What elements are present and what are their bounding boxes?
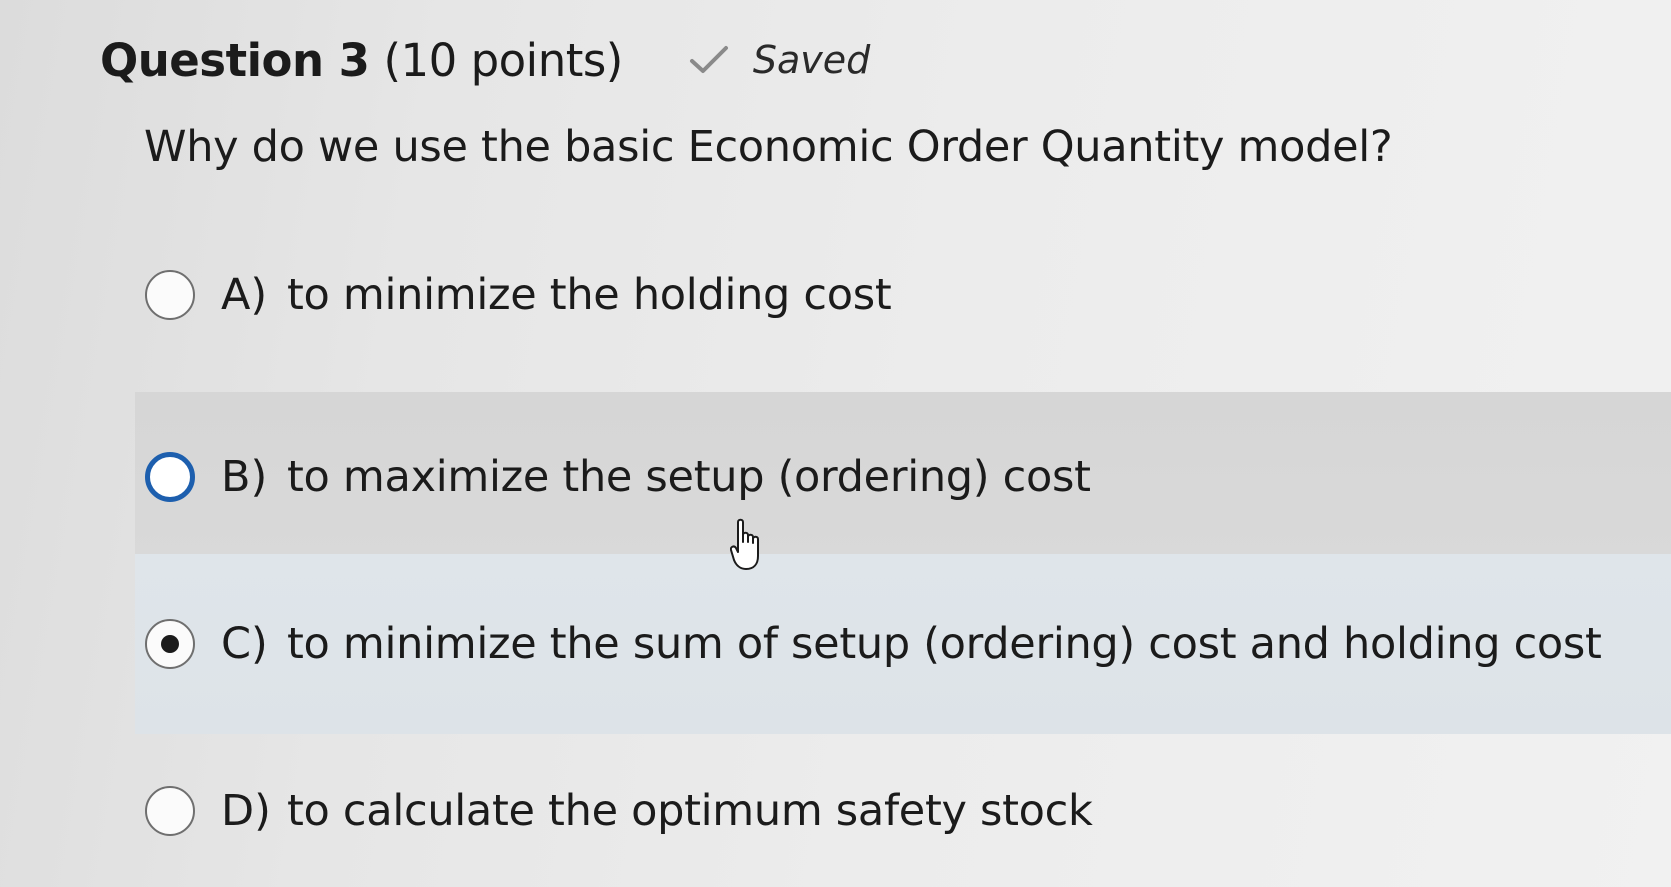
saved-status: Saved [689, 38, 870, 82]
radio-button-b[interactable] [145, 452, 195, 502]
question-header: Question 3 (10 points) Saved [100, 30, 870, 90]
radio-button-a[interactable] [145, 270, 195, 320]
answer-option-a[interactable]: A) to minimize the holding cost [135, 236, 1671, 354]
option-text-b: to maximize the setup (ordering) cost [287, 452, 1091, 502]
option-text-a: to minimize the holding cost [287, 270, 892, 320]
checkmark-icon [689, 46, 728, 73]
question-points: (10 points) [383, 33, 623, 87]
option-letter-c: C) [221, 619, 268, 669]
option-letter-a: A) [221, 270, 268, 320]
answer-option-b[interactable]: B) to maximize the setup (ordering) cost [135, 392, 1671, 562]
radio-selected-dot [161, 635, 179, 653]
option-text-d: to calculate the optimum safety stock [287, 786, 1093, 836]
radio-button-c[interactable] [145, 619, 195, 669]
option-text-c: to minimize the sum of setup (ordering) … [287, 619, 1602, 669]
question-title: Question 3 [100, 33, 370, 87]
answer-option-c[interactable]: C) to minimize the sum of setup (orderin… [135, 554, 1671, 734]
option-letter-d: D) [221, 786, 271, 836]
option-letter-b: B) [221, 452, 268, 502]
answer-option-d[interactable]: D) to calculate the optimum safety stock [135, 752, 1671, 870]
question-prompt: Why do we use the basic Economic Order Q… [144, 122, 1393, 172]
radio-button-d[interactable] [145, 786, 195, 836]
hand-pointer-icon [730, 518, 759, 570]
saved-label: Saved [752, 38, 871, 82]
